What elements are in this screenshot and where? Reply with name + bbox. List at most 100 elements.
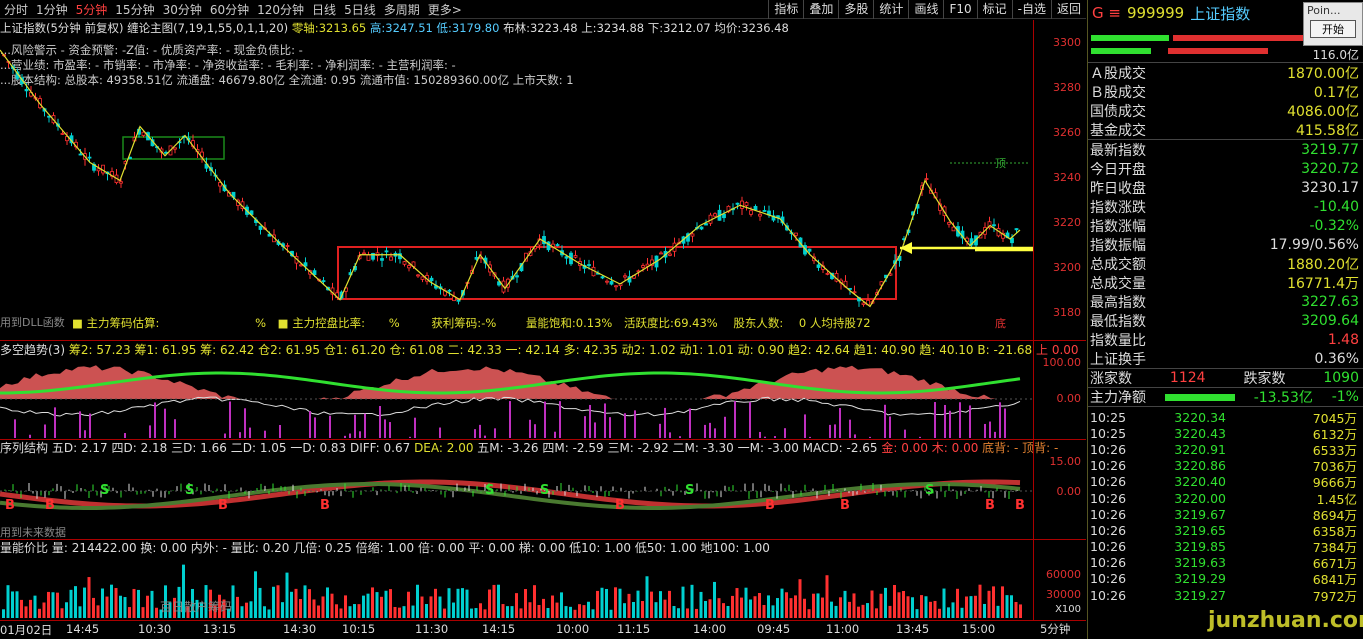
volume-bar: [290, 591, 293, 618]
volume-bar: [636, 590, 640, 618]
time-axis: 01月02日 14:45 10:30 13:15 14:30 10:15 11:30 14:1…: [0, 620, 1086, 639]
signal-marker: S: [485, 483, 494, 498]
candle-body: [456, 299, 461, 302]
period-tab[interactable]: 更多>: [424, 1, 466, 18]
period-tab[interactable]: 分时: [0, 1, 32, 18]
volume-bar: [911, 597, 914, 618]
tick-cell: 3220.43: [1174, 425, 1226, 441]
toolbar-button[interactable]: -自选: [1011, 0, 1051, 19]
period-tab[interactable]: 30分钟: [159, 1, 206, 18]
volume-bar: [654, 602, 658, 618]
site-watermark: junzhuan.com: [1208, 608, 1363, 633]
candle-body: [429, 277, 434, 282]
trend-indicator-chart[interactable]: [0, 355, 1033, 438]
toolbar-button[interactable]: 返回: [1050, 0, 1086, 19]
volume-bar: [411, 605, 415, 618]
tick-cell: 10:26: [1090, 490, 1127, 506]
volume-bar: [573, 609, 577, 618]
quote-row: 最高指数 3227.63: [1088, 292, 1363, 311]
period-tab[interactable]: 5日线: [340, 1, 380, 18]
panel3-header: 序列结构 五D: 2.17 四D: 2.18 三D: 1.66 二D: 1.05…: [0, 441, 1058, 455]
toolbar-button[interactable]: 标记: [976, 0, 1012, 19]
toolbar-button[interactable]: 指标: [768, 0, 803, 19]
candle-body: [78, 153, 83, 156]
candle-body: [1014, 228, 1019, 231]
toolbar-button[interactable]: 多股: [838, 0, 873, 19]
panel3-name[interactable]: 序列结构: [0, 441, 48, 455]
volume-bar: [735, 588, 739, 618]
volume-bar: [744, 587, 748, 618]
period-tab[interactable]: 日线: [308, 1, 340, 18]
volume-bar: [753, 596, 757, 618]
signal-marker: S: [540, 483, 549, 498]
toolbar-button[interactable]: 统计: [873, 0, 908, 19]
period-tab[interactable]: 60分钟: [206, 1, 253, 18]
quote-label: 昨日收盘: [1090, 180, 1146, 197]
volume-bar: [681, 586, 685, 618]
period-tab[interactable]: 1分钟: [32, 1, 72, 18]
quote-label: 上证换手: [1090, 351, 1146, 368]
volume-watermark: 百日散户筹码: [160, 600, 233, 614]
time-label: 11:15: [617, 622, 651, 636]
volume-bar: [798, 579, 802, 618]
main-ytick: 3260: [1053, 126, 1081, 139]
volume-bar: [596, 590, 599, 618]
divider: [0, 340, 1086, 341]
volume-bar: [1014, 601, 1018, 618]
period-badge[interactable]: 5分钟: [1040, 621, 1070, 637]
control-label: 主力控盘比率:: [292, 316, 366, 330]
volume-bar: [42, 602, 46, 618]
candle-body: [807, 248, 812, 252]
signal-marker: B: [840, 498, 850, 513]
candle-body: [555, 244, 560, 246]
tick-list[interactable]: 10:25 3220.34 7045万 10:25 3220.43 6132万 10:26 3…: [1088, 406, 1363, 604]
start-button[interactable]: 开始: [1310, 20, 1356, 38]
volume-bar: [101, 588, 104, 618]
panel4-header: 量能价比 量: 214422.00 换: 0.00 内外: - 量比: 0.20…: [0, 541, 770, 555]
tick-row: 10:26 3220.86 7036万: [1088, 458, 1363, 474]
period-tab[interactable]: 120分钟: [253, 1, 308, 18]
period-toolbar: 分时 1分钟 5分钟 15分钟 30分钟 60分钟 120分钟 日线 5日线 多周期 更多> 指标叠…: [0, 0, 1086, 19]
volume-bar: [303, 585, 307, 618]
tick-row: 10:26 3220.00 1.45亿: [1088, 490, 1363, 507]
signal-marker: B: [765, 498, 775, 513]
flow-pct: -1%: [1331, 389, 1359, 405]
panel4-values: 量: 214422.00 换: 0.00 内外: - 量比: 0.20 几倍: …: [51, 541, 770, 555]
quote-value: 3219.77: [1301, 141, 1359, 158]
signal-marker: S: [100, 483, 109, 498]
toolbar-button[interactable]: F10: [943, 0, 976, 19]
toolbar-button[interactable]: 叠加: [803, 0, 838, 19]
quote-row: 总成交额 1880.20亿: [1088, 254, 1363, 273]
quote-row: 指数振幅 17.99/0.56%: [1088, 235, 1363, 254]
candle-body: [87, 156, 92, 159]
formula-name[interactable]: 缠论主图(7,19,1,55,0,1,1,20): [127, 21, 288, 35]
control-value: %: [388, 316, 400, 330]
period-tab[interactable]: 5分钟: [72, 1, 112, 18]
volume-chart[interactable]: [0, 556, 1033, 620]
volume-bar: [690, 584, 694, 618]
sequence-structure-chart[interactable]: B B S S B B S S B S B B S B B: [0, 454, 1033, 540]
candle-body: [704, 223, 708, 226]
quote-label: 国债成交: [1090, 103, 1146, 120]
toolbar-button[interactable]: 画线: [908, 0, 943, 19]
candle-body: [380, 258, 384, 261]
volume-bar: [357, 604, 361, 618]
volume-bar: [704, 600, 707, 618]
volume-bar: [56, 592, 59, 618]
period-tab[interactable]: 15分钟: [111, 1, 158, 18]
quote-value: 0.36%: [1314, 350, 1359, 367]
quote-value: 1880.20亿: [1287, 256, 1359, 273]
panel4-name[interactable]: 量能价比: [0, 541, 48, 555]
candlestick-chart[interactable]: 顶底: [0, 36, 1033, 336]
quote-label: 总成交量: [1090, 275, 1146, 292]
bottom-marker: 底: [995, 316, 1006, 330]
volume-bar: [470, 608, 473, 618]
volume-bar: [668, 590, 671, 618]
volume-bar: [312, 599, 316, 618]
index-quote: 最新指数 3219.77 今日开盘 3220.72 昨日收盘 3230.17 指数涨跌 -10…: [1088, 139, 1363, 368]
quote-label: 今日开盘: [1090, 161, 1146, 178]
panel2-ytick-0: 0.00: [1056, 392, 1082, 405]
breadth-row: 涨家数 1124 跌家数 1090: [1088, 368, 1363, 387]
avg-value: 3236.48: [741, 21, 789, 35]
period-tab[interactable]: 多周期: [380, 1, 424, 18]
